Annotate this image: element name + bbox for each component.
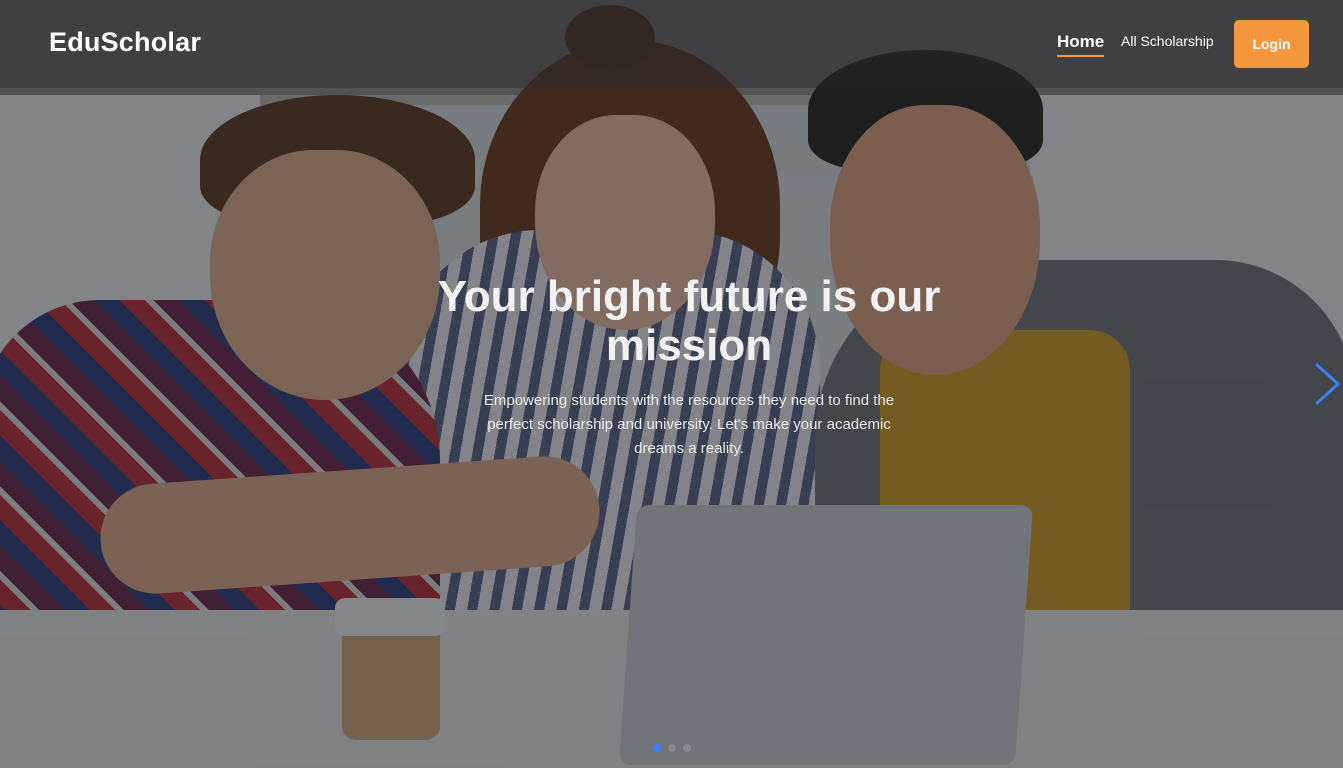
nav-link-home[interactable]: Home — [1057, 32, 1105, 57]
carousel-dot-2[interactable] — [668, 744, 676, 752]
hero-subtitle: Empowering students with the resources t… — [483, 392, 895, 457]
hero-title: Your bright future is our mission — [437, 272, 941, 370]
chevron-right-icon — [1314, 362, 1341, 406]
brand-logo[interactable]: EduScholar — [49, 27, 201, 58]
carousel-next-button[interactable] — [1310, 360, 1343, 408]
carousel-dot-3[interactable] — [683, 744, 691, 752]
nav-link-all-scholarship[interactable]: All Scholarship — [1121, 33, 1214, 49]
top-navbar: EduScholar Home All Scholarship Login — [0, 0, 1343, 88]
carousel-dot-1[interactable] — [653, 744, 661, 752]
hero-dark-overlay — [0, 0, 1343, 768]
login-button[interactable]: Login — [1234, 20, 1309, 68]
carousel-indicators — [653, 744, 691, 752]
